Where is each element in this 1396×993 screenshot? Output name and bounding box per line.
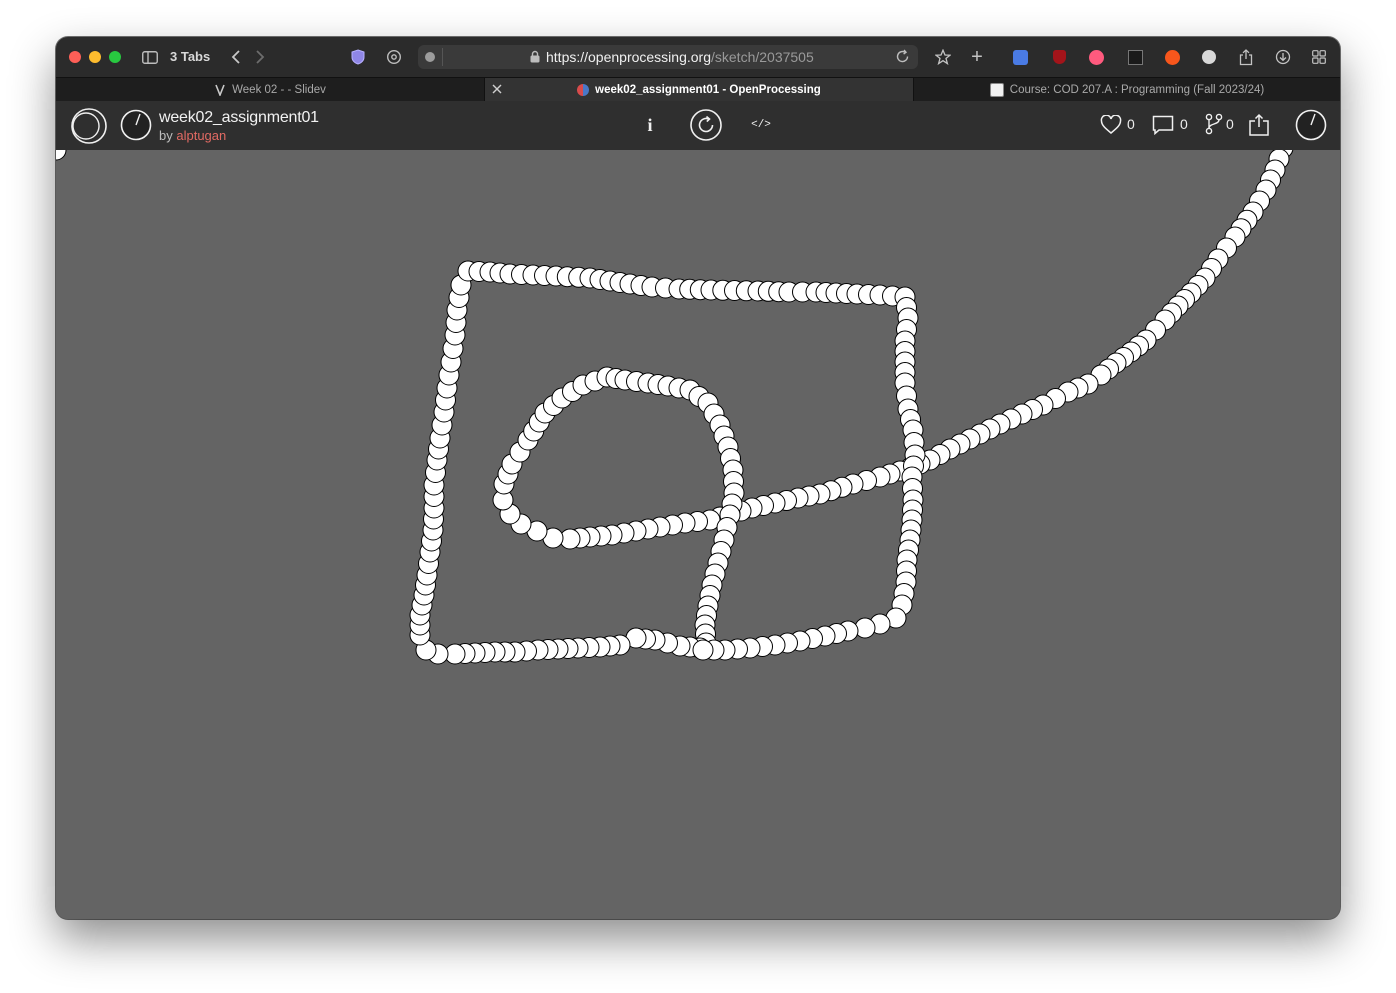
new-tab-plus-icon[interactable]: + — [968, 46, 986, 68]
forks-count: 0 — [1226, 116, 1234, 132]
tab-label: Course: COD 207.A : Programming (Fall 20… — [1009, 84, 1265, 96]
comments-count: 0 — [1180, 116, 1188, 132]
tab-course[interactable]: Course: COD 207.A : Programming (Fall 20… — [914, 78, 1340, 102]
heart-icon[interactable] — [1099, 113, 1123, 137]
orange-plus-extension-icon[interactable] — [1163, 47, 1181, 67]
colorful-extension-icon[interactable] — [1087, 47, 1105, 67]
moodle-favicon-icon — [989, 83, 1004, 97]
sidebar-toggle-icon[interactable] — [140, 47, 160, 67]
bookmark-star-icon[interactable] — [934, 47, 952, 67]
fork-icon[interactable] — [1204, 112, 1224, 136]
openprocessing-favicon-icon — [577, 84, 590, 96]
tab-close-icon[interactable] — [491, 83, 503, 98]
author-avatar[interactable] — [120, 109, 152, 141]
share-sketch-icon[interactable] — [1247, 112, 1271, 138]
restart-sketch-icon[interactable] — [689, 108, 723, 142]
browser-toolbar: 3 Tabs https://openprocessing.org/sketch… — [56, 37, 1340, 77]
lock-icon — [530, 50, 540, 68]
tab-overview-label[interactable]: 3 Tabs — [170, 49, 210, 64]
sketch-byline: by alptugan — [159, 128, 226, 143]
openprocessing-logo-icon[interactable] — [70, 107, 108, 145]
sketch-drawing — [56, 150, 1294, 665]
downloads-icon[interactable] — [1274, 47, 1292, 67]
site-status-icon[interactable] — [425, 52, 435, 62]
minimize-window-button[interactable] — [89, 51, 101, 63]
url-path: /sketch/2037505 — [711, 49, 814, 65]
by-label: by — [159, 128, 173, 143]
trail-dot — [56, 150, 67, 161]
tab-bar: Week 02 - - Slidev week02_assignment01 -… — [56, 77, 1340, 103]
url-host: https://openprocessing.org — [546, 49, 711, 65]
grid-extension-icon[interactable] — [1126, 47, 1144, 67]
trail-dot — [692, 639, 714, 661]
likes-count: 0 — [1127, 116, 1135, 132]
tab-slidev[interactable]: Week 02 - - Slidev — [56, 78, 484, 102]
author-link[interactable]: alptugan — [176, 128, 226, 143]
tab-label: week02_assignment01 - OpenProcessing — [595, 84, 821, 96]
info-button[interactable]: i — [638, 113, 662, 137]
browser-window: 3 Tabs https://openprocessing.org/sketch… — [56, 37, 1340, 919]
sketch-canvas[interactable] — [56, 150, 1340, 919]
tab-overview-icon[interactable] — [1310, 47, 1328, 67]
extension-gear-icon[interactable] — [384, 47, 404, 67]
forward-icon[interactable] — [252, 47, 268, 67]
zoom-window-button[interactable] — [109, 51, 121, 63]
sketch-title[interactable]: week02_assignment01 — [159, 109, 319, 127]
translate-extension-icon[interactable] — [1011, 47, 1029, 67]
address-divider — [442, 48, 443, 66]
share-icon[interactable] — [1237, 47, 1255, 67]
tab-openprocessing[interactable]: week02_assignment01 - OpenProcessing — [485, 78, 913, 102]
address-bar[interactable]: https://openprocessing.org/sketch/203750… — [418, 45, 918, 69]
address-url[interactable]: https://openprocessing.org/sketch/203750… — [546, 49, 814, 65]
back-icon[interactable] — [228, 47, 244, 67]
close-window-button[interactable] — [69, 51, 81, 63]
ublock-extension-icon[interactable] — [1050, 47, 1068, 67]
reload-page-icon[interactable] — [895, 49, 910, 69]
privacy-shield-icon[interactable] — [348, 47, 368, 67]
tab-label: Week 02 - - Slidev — [232, 84, 326, 96]
code-view-button[interactable]: </> — [746, 113, 776, 137]
search-extension-icon[interactable] — [1200, 47, 1218, 67]
user-avatar[interactable] — [1295, 109, 1327, 141]
comment-icon[interactable] — [1151, 113, 1175, 137]
slidev-favicon-icon — [214, 84, 226, 96]
sketch-header: week02_assignment01 by alptugan i </> 0 … — [56, 101, 1340, 150]
